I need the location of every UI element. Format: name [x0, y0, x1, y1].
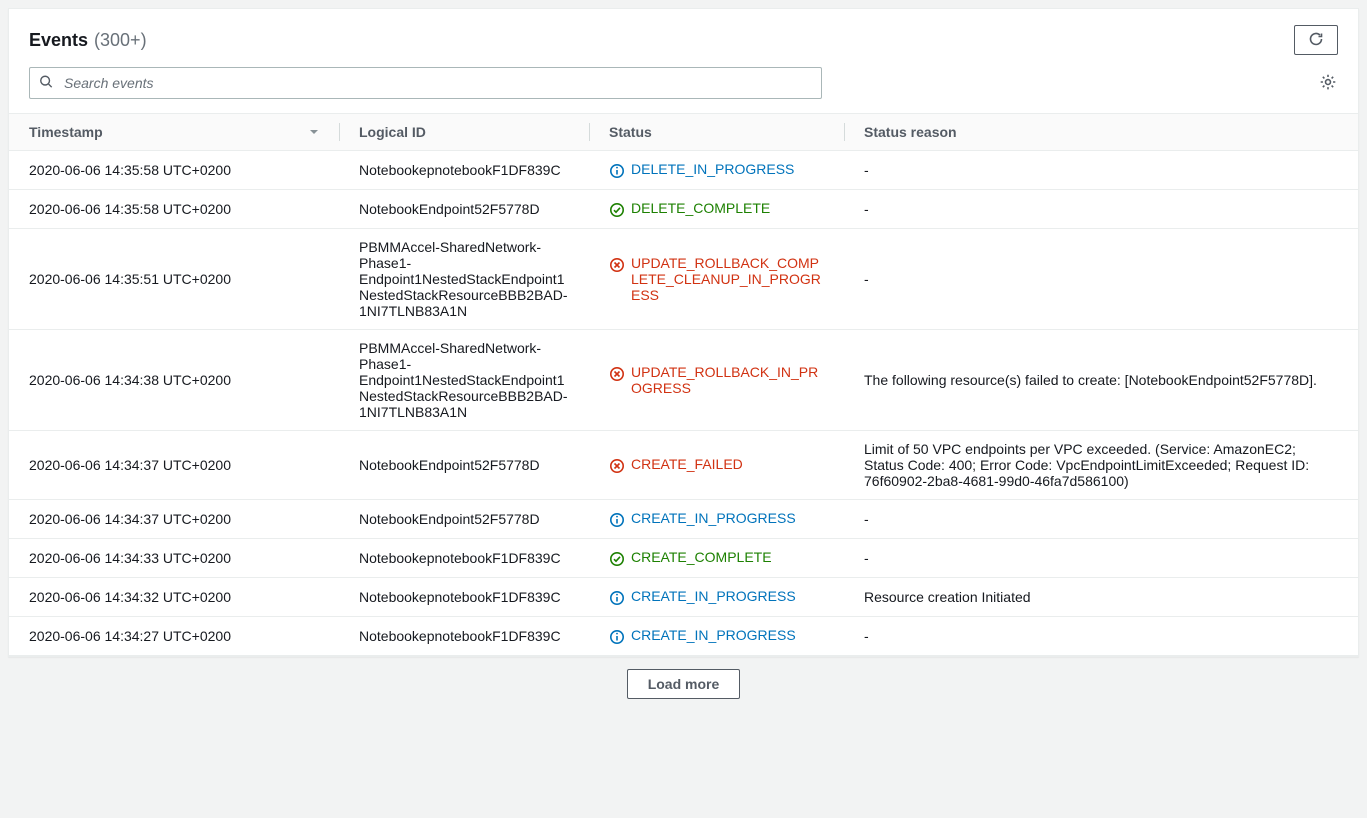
cell-logical-id: NotebookEndpoint52F5778D [339, 431, 589, 500]
status-text: UPDATE_ROLLBACK_COMPLETE_CLEANUP_IN_PROG… [631, 255, 824, 303]
sort-desc-icon [309, 124, 319, 140]
table-header-row: Timestamp Logical ID Status Status reaso… [9, 114, 1358, 151]
load-more-button[interactable]: Load more [627, 669, 741, 699]
status-text: CREATE_IN_PROGRESS [631, 627, 796, 643]
cell-logical-id: NotebookepnotebookF1DF839C [339, 151, 589, 190]
footer: Load more [8, 657, 1359, 703]
cell-status: UPDATE_ROLLBACK_COMPLETE_CLEANUP_IN_PROG… [589, 229, 844, 330]
status-text: DELETE_COMPLETE [631, 200, 770, 216]
table-row: 2020-06-06 14:35:58 UTC+0200NotebookEndp… [9, 190, 1358, 229]
error-status-icon [609, 458, 625, 474]
status-text: CREATE_IN_PROGRESS [631, 510, 796, 526]
cell-logical-id: PBMMAccel-SharedNetwork-Phase1-Endpoint1… [339, 330, 589, 431]
table-row: 2020-06-06 14:34:32 UTC+0200Notebookepno… [9, 578, 1358, 617]
search-row [9, 67, 1358, 113]
info-status-icon [609, 512, 625, 528]
cell-status: CREATE_IN_PROGRESS [589, 500, 844, 539]
search-input[interactable] [29, 67, 822, 99]
success-status-icon [609, 551, 625, 567]
error-status-icon [609, 257, 625, 273]
col-header-status[interactable]: Status [589, 114, 844, 151]
status-text: DELETE_IN_PROGRESS [631, 161, 794, 177]
cell-status-reason: - [844, 229, 1358, 330]
cell-status-reason: Limit of 50 VPC endpoints per VPC exceed… [844, 431, 1358, 500]
cell-logical-id: NotebookEndpoint52F5778D [339, 500, 589, 539]
cell-timestamp: 2020-06-06 14:34:32 UTC+0200 [9, 578, 339, 617]
settings-button[interactable] [1318, 73, 1338, 93]
panel-title: Events [29, 30, 88, 51]
cell-status: CREATE_COMPLETE [589, 539, 844, 578]
table-row: 2020-06-06 14:35:51 UTC+0200PBMMAccel-Sh… [9, 229, 1358, 330]
table-row: 2020-06-06 14:34:37 UTC+0200NotebookEndp… [9, 431, 1358, 500]
table-row: 2020-06-06 14:34:37 UTC+0200NotebookEndp… [9, 500, 1358, 539]
events-count: (300+) [94, 30, 147, 51]
error-status-icon [609, 366, 625, 382]
cell-timestamp: 2020-06-06 14:35:51 UTC+0200 [9, 229, 339, 330]
cell-timestamp: 2020-06-06 14:34:27 UTC+0200 [9, 617, 339, 656]
table-row: 2020-06-06 14:34:33 UTC+0200Notebookepno… [9, 539, 1358, 578]
gear-icon [1319, 73, 1337, 94]
cell-status: CREATE_IN_PROGRESS [589, 578, 844, 617]
cell-status: UPDATE_ROLLBACK_IN_PROGRESS [589, 330, 844, 431]
search-icon [39, 75, 53, 92]
status-text: CREATE_COMPLETE [631, 549, 772, 565]
col-header-label: Status reason [864, 124, 957, 140]
refresh-icon [1308, 31, 1324, 50]
status-text: CREATE_IN_PROGRESS [631, 588, 796, 604]
cell-logical-id: NotebookepnotebookF1DF839C [339, 539, 589, 578]
cell-timestamp: 2020-06-06 14:34:37 UTC+0200 [9, 431, 339, 500]
col-header-label: Status [609, 124, 652, 140]
cell-timestamp: 2020-06-06 14:34:33 UTC+0200 [9, 539, 339, 578]
refresh-button[interactable] [1294, 25, 1338, 55]
cell-status-reason: - [844, 190, 1358, 229]
info-status-icon [609, 163, 625, 179]
cell-status-reason: The following resource(s) failed to crea… [844, 330, 1358, 431]
cell-logical-id: NotebookEndpoint52F5778D [339, 190, 589, 229]
cell-status-reason: - [844, 617, 1358, 656]
cell-logical-id: PBMMAccel-SharedNetwork-Phase1-Endpoint1… [339, 229, 589, 330]
cell-logical-id: NotebookepnotebookF1DF839C [339, 617, 589, 656]
cell-status: CREATE_FAILED [589, 431, 844, 500]
col-header-label: Logical ID [359, 124, 426, 140]
info-status-icon [609, 590, 625, 606]
col-header-timestamp[interactable]: Timestamp [9, 114, 339, 151]
col-header-label: Timestamp [29, 124, 103, 140]
cell-timestamp: 2020-06-06 14:34:38 UTC+0200 [9, 330, 339, 431]
cell-status-reason: - [844, 151, 1358, 190]
col-header-logical-id[interactable]: Logical ID [339, 114, 589, 151]
cell-status: DELETE_IN_PROGRESS [589, 151, 844, 190]
status-text: CREATE_FAILED [631, 456, 743, 472]
cell-status-reason: - [844, 500, 1358, 539]
col-header-status-reason[interactable]: Status reason [844, 114, 1358, 151]
cell-timestamp: 2020-06-06 14:35:58 UTC+0200 [9, 190, 339, 229]
cell-status: CREATE_IN_PROGRESS [589, 617, 844, 656]
cell-status-reason: - [844, 539, 1358, 578]
events-panel: Events (300+) [8, 8, 1359, 657]
search-wrap [29, 67, 822, 99]
cell-timestamp: 2020-06-06 14:34:37 UTC+0200 [9, 500, 339, 539]
cell-status: DELETE_COMPLETE [589, 190, 844, 229]
info-status-icon [609, 629, 625, 645]
table-row: 2020-06-06 14:34:38 UTC+0200PBMMAccel-Sh… [9, 330, 1358, 431]
table-row: 2020-06-06 14:34:27 UTC+0200Notebookepno… [9, 617, 1358, 656]
status-text: UPDATE_ROLLBACK_IN_PROGRESS [631, 364, 824, 396]
success-status-icon [609, 202, 625, 218]
events-table: Timestamp Logical ID Status Status reaso… [9, 113, 1358, 656]
title-row: Events (300+) [29, 30, 147, 51]
cell-timestamp: 2020-06-06 14:35:58 UTC+0200 [9, 151, 339, 190]
cell-logical-id: NotebookepnotebookF1DF839C [339, 578, 589, 617]
panel-header: Events (300+) [9, 9, 1358, 67]
cell-status-reason: Resource creation Initiated [844, 578, 1358, 617]
table-row: 2020-06-06 14:35:58 UTC+0200Notebookepno… [9, 151, 1358, 190]
